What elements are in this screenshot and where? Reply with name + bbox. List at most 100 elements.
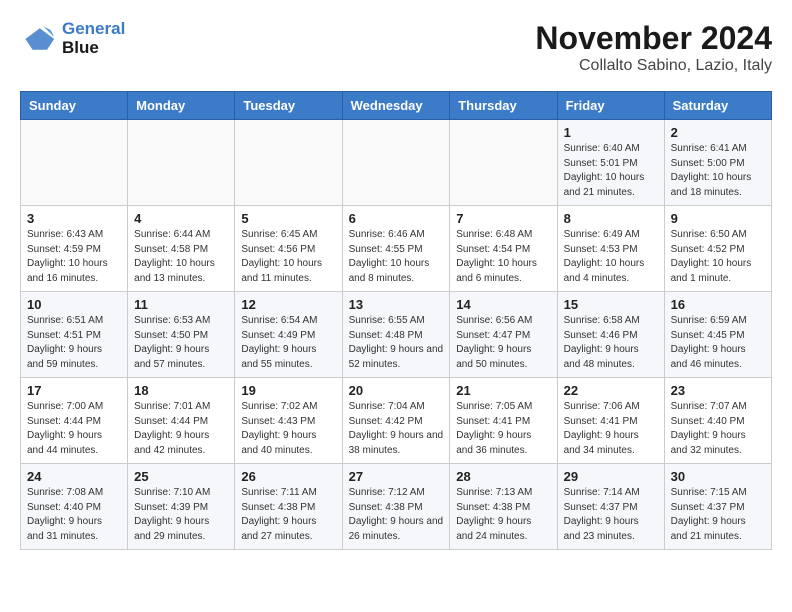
day-info: Sunrise: 7:14 AM Sunset: 4:37 PM Dayligh… — [564, 486, 658, 544]
day-info: Sunrise: 7:10 AM Sunset: 4:39 PM Dayligh… — [134, 486, 228, 544]
day-number: 20 — [349, 383, 444, 398]
day-info: Sunrise: 6:54 AM Sunset: 4:49 PM Dayligh… — [241, 314, 335, 372]
calendar-cell: 8 Sunrise: 6:49 AM Sunset: 4:53 PM Daylig… — [557, 206, 664, 292]
calendar-cell: 7 Sunrise: 6:48 AM Sunset: 4:54 PM Daylig… — [450, 206, 557, 292]
calendar-cell: 20 Sunrise: 7:04 AM Sunset: 4:42 PM Dayli… — [342, 378, 450, 464]
logo-general: General — [62, 19, 125, 38]
calendar-cell: 1 Sunrise: 6:40 AM Sunset: 5:01 PM Daylig… — [557, 120, 664, 206]
title-block: November 2024 Collalto Sabino, Lazio, It… — [535, 20, 772, 75]
calendar-cell: 10Sunrise: 6:51 AM Sunset: 4:51 PM Dayli… — [21, 292, 128, 378]
calendar-cell — [21, 120, 128, 206]
day-info: Sunrise: 7:12 AM Sunset: 4:38 PM Dayligh… — [349, 486, 444, 544]
day-number: 17 — [27, 383, 121, 398]
day-info: Sunrise: 7:15 AM Sunset: 4:37 PM Dayligh… — [671, 486, 765, 544]
weekday-header-thursday: Thursday — [450, 92, 557, 120]
calendar-cell: 25 Sunrise: 7:10 AM Sunset: 4:39 PM Dayli… — [128, 464, 235, 550]
calendar-cell: 2 Sunrise: 6:41 AM Sunset: 5:00 PM Daylig… — [664, 120, 771, 206]
day-info: Sunrise: 7:01 AM Sunset: 4:44 PM Dayligh… — [134, 400, 228, 458]
day-info: Sunrise: 6:53 AM Sunset: 4:50 PM Dayligh… — [134, 314, 228, 372]
day-number: 13 — [349, 297, 444, 312]
calendar-cell: 30 Sunrise: 7:15 AM Sunset: 4:37 PM Dayli… — [664, 464, 771, 550]
calendar-cell: 29 Sunrise: 7:14 AM Sunset: 4:37 PM Dayli… — [557, 464, 664, 550]
day-number: 30 — [671, 469, 765, 484]
day-info: Sunrise: 6:44 AM Sunset: 4:58 PM Dayligh… — [134, 228, 228, 286]
calendar-body: 1 Sunrise: 6:40 AM Sunset: 5:01 PM Daylig… — [21, 120, 772, 550]
day-info: Sunrise: 6:59 AM Sunset: 4:45 PM Dayligh… — [671, 314, 765, 372]
day-number: 7 — [456, 211, 550, 226]
calendar-cell: 3 Sunrise: 6:43 AM Sunset: 4:59 PM Daylig… — [21, 206, 128, 292]
day-number: 29 — [564, 469, 658, 484]
calendar-cell — [235, 120, 342, 206]
day-info: Sunrise: 6:45 AM Sunset: 4:56 PM Dayligh… — [241, 228, 335, 286]
day-number: 8 — [564, 211, 658, 226]
weekday-header-sunday: Sunday — [21, 92, 128, 120]
day-info: Sunrise: 6:40 AM Sunset: 5:01 PM Dayligh… — [564, 142, 658, 200]
day-number: 24 — [27, 469, 121, 484]
day-info: Sunrise: 6:43 AM Sunset: 4:59 PM Dayligh… — [27, 228, 121, 286]
calendar-cell: 23 Sunrise: 7:07 AM Sunset: 4:40 PM Dayli… — [664, 378, 771, 464]
weekday-header-tuesday: Tuesday — [235, 92, 342, 120]
calendar-cell: 6Sunrise: 6:46 AM Sunset: 4:55 PM Daylig… — [342, 206, 450, 292]
day-info: Sunrise: 6:41 AM Sunset: 5:00 PM Dayligh… — [671, 142, 765, 200]
calendar-cell — [128, 120, 235, 206]
day-info: Sunrise: 6:48 AM Sunset: 4:54 PM Dayligh… — [456, 228, 550, 286]
day-info: Sunrise: 7:11 AM Sunset: 4:38 PM Dayligh… — [241, 486, 335, 544]
day-number: 19 — [241, 383, 335, 398]
day-number: 2 — [671, 125, 765, 140]
day-info: Sunrise: 7:13 AM Sunset: 4:38 PM Dayligh… — [456, 486, 550, 544]
calendar-table: SundayMondayTuesdayWednesdayThursdayFrid… — [20, 91, 772, 550]
logo: General Blue — [20, 20, 125, 57]
calendar-week-5: 24 Sunrise: 7:08 AM Sunset: 4:40 PM Dayli… — [21, 464, 772, 550]
calendar-cell: 12Sunrise: 6:54 AM Sunset: 4:49 PM Dayli… — [235, 292, 342, 378]
day-number: 23 — [671, 383, 765, 398]
calendar-cell: 28 Sunrise: 7:13 AM Sunset: 4:38 PM Dayli… — [450, 464, 557, 550]
calendar-week-1: 1 Sunrise: 6:40 AM Sunset: 5:01 PM Daylig… — [21, 120, 772, 206]
day-info: Sunrise: 7:06 AM Sunset: 4:41 PM Dayligh… — [564, 400, 658, 458]
calendar-week-3: 10Sunrise: 6:51 AM Sunset: 4:51 PM Dayli… — [21, 292, 772, 378]
calendar-cell: 21 Sunrise: 7:05 AM Sunset: 4:41 PM Dayli… — [450, 378, 557, 464]
day-number: 21 — [456, 383, 550, 398]
calendar-cell: 27Sunrise: 7:12 AM Sunset: 4:38 PM Dayli… — [342, 464, 450, 550]
day-number: 6 — [349, 211, 444, 226]
day-number: 28 — [456, 469, 550, 484]
day-info: Sunrise: 7:04 AM Sunset: 4:42 PM Dayligh… — [349, 400, 444, 458]
day-info: Sunrise: 7:08 AM Sunset: 4:40 PM Dayligh… — [27, 486, 121, 544]
location-subtitle: Collalto Sabino, Lazio, Italy — [535, 57, 772, 75]
calendar-cell: 19 Sunrise: 7:02 AM Sunset: 4:43 PM Dayli… — [235, 378, 342, 464]
day-number: 3 — [27, 211, 121, 226]
logo-text: General Blue — [62, 20, 125, 57]
day-info: Sunrise: 7:00 AM Sunset: 4:44 PM Dayligh… — [27, 400, 121, 458]
day-number: 5 — [241, 211, 335, 226]
calendar-cell — [450, 120, 557, 206]
day-number: 9 — [671, 211, 765, 226]
day-info: Sunrise: 6:51 AM Sunset: 4:51 PM Dayligh… — [27, 314, 121, 372]
calendar-cell: 26 Sunrise: 7:11 AM Sunset: 4:38 PM Dayli… — [235, 464, 342, 550]
day-number: 25 — [134, 469, 228, 484]
day-number: 18 — [134, 383, 228, 398]
weekday-header-wednesday: Wednesday — [342, 92, 450, 120]
day-info: Sunrise: 6:50 AM Sunset: 4:52 PM Dayligh… — [671, 228, 765, 286]
calendar-cell: 17 Sunrise: 7:00 AM Sunset: 4:44 PM Dayli… — [21, 378, 128, 464]
weekday-header-monday: Monday — [128, 92, 235, 120]
day-number: 15 — [564, 297, 658, 312]
day-number: 16 — [671, 297, 765, 312]
logo-blue: Blue — [62, 38, 99, 57]
day-info: Sunrise: 6:55 AM Sunset: 4:48 PM Dayligh… — [349, 314, 444, 372]
day-number: 22 — [564, 383, 658, 398]
day-info: Sunrise: 7:02 AM Sunset: 4:43 PM Dayligh… — [241, 400, 335, 458]
day-info: Sunrise: 7:05 AM Sunset: 4:41 PM Dayligh… — [456, 400, 550, 458]
page-header: General Blue November 2024 Collalto Sabi… — [20, 20, 772, 75]
day-info: Sunrise: 7:07 AM Sunset: 4:40 PM Dayligh… — [671, 400, 765, 458]
month-title: November 2024 — [535, 20, 772, 57]
logo-icon — [20, 21, 56, 57]
weekday-header-row: SundayMondayTuesdayWednesdayThursdayFrid… — [21, 92, 772, 120]
calendar-week-4: 17 Sunrise: 7:00 AM Sunset: 4:44 PM Dayli… — [21, 378, 772, 464]
calendar-cell: 4Sunrise: 6:44 AM Sunset: 4:58 PM Daylig… — [128, 206, 235, 292]
day-number: 1 — [564, 125, 658, 140]
day-info: Sunrise: 6:49 AM Sunset: 4:53 PM Dayligh… — [564, 228, 658, 286]
day-number: 26 — [241, 469, 335, 484]
weekday-header-saturday: Saturday — [664, 92, 771, 120]
day-number: 14 — [456, 297, 550, 312]
calendar-cell: 22 Sunrise: 7:06 AM Sunset: 4:41 PM Dayli… — [557, 378, 664, 464]
calendar-cell: 18 Sunrise: 7:01 AM Sunset: 4:44 PM Dayli… — [128, 378, 235, 464]
